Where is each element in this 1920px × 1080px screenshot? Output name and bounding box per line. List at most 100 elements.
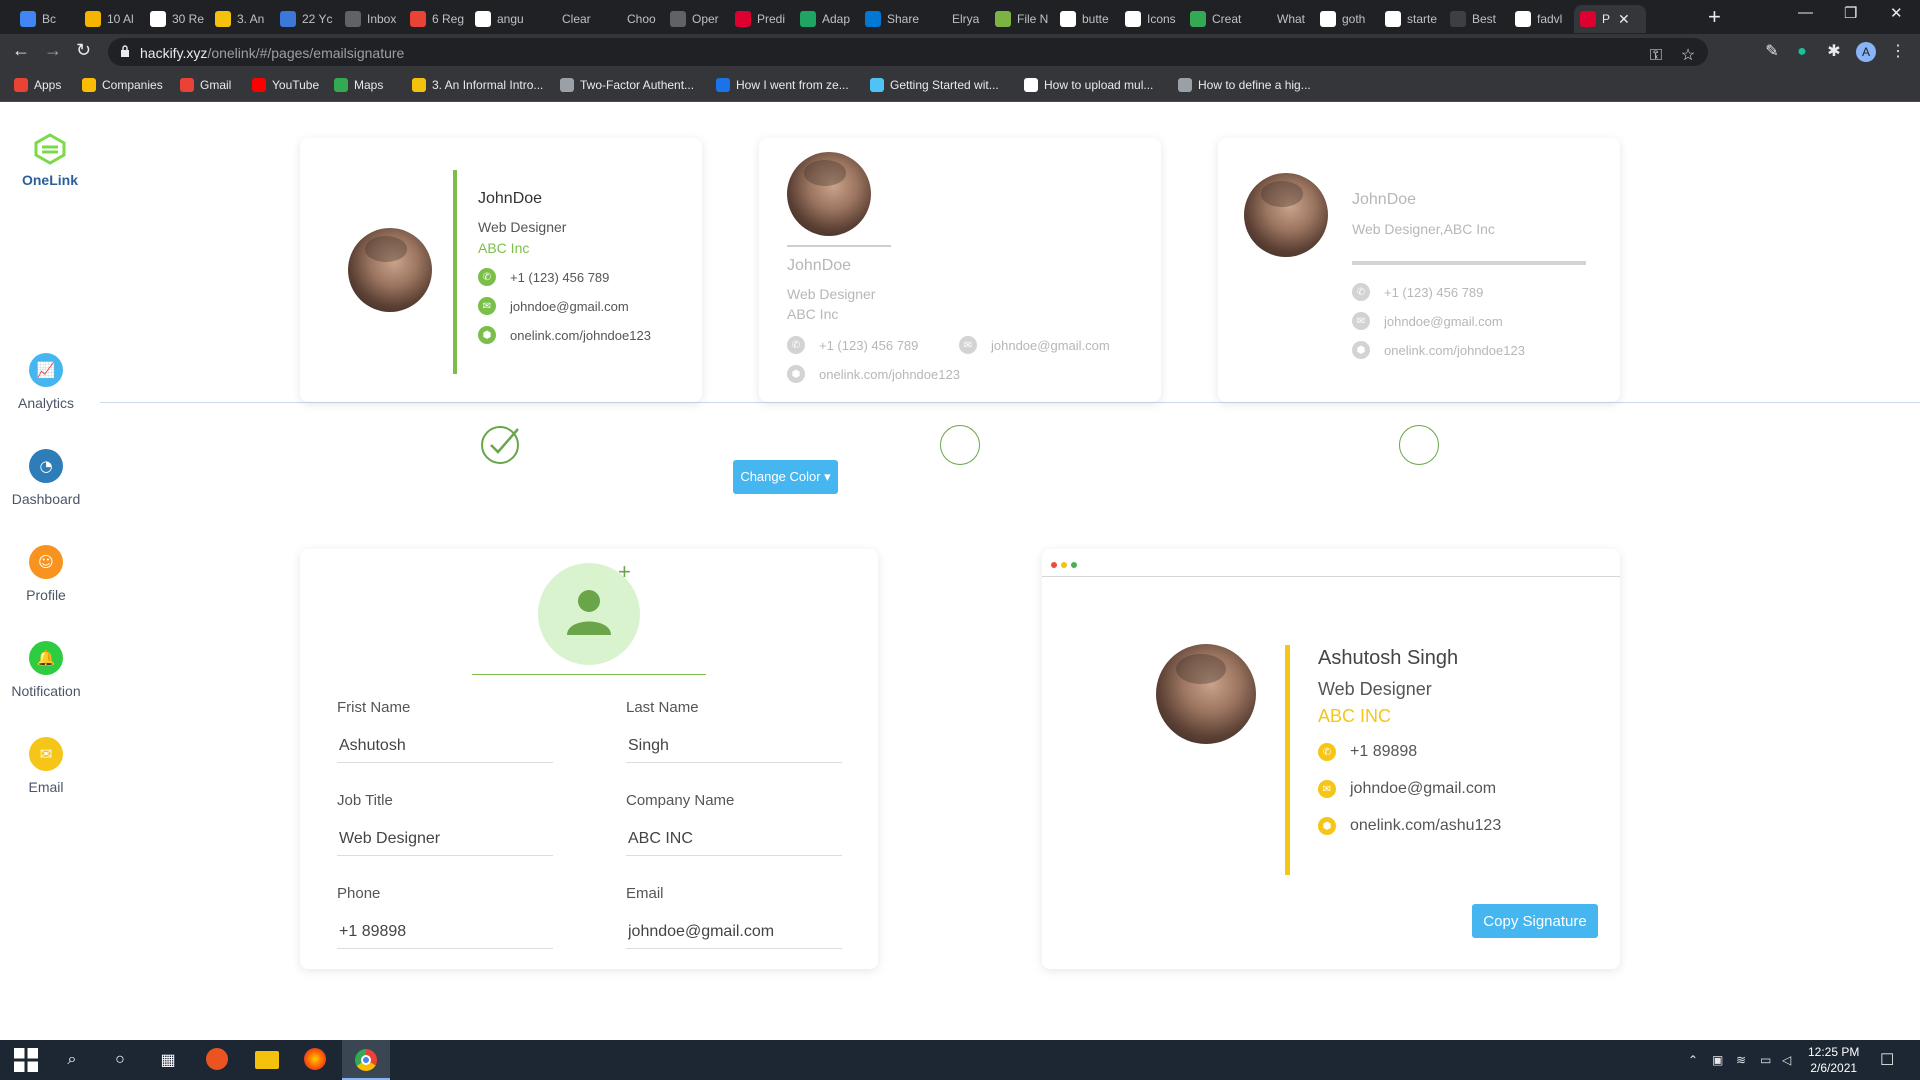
browser-tab[interactable]: Best [1444, 5, 1508, 33]
bookmark-item[interactable]: Two-Factor Authent... [560, 78, 694, 92]
browser-tab[interactable]: Predi [729, 5, 793, 33]
sidebar-item-email[interactable]: ✉ Email [0, 737, 92, 795]
browser-tab[interactable]: Icons [1119, 5, 1183, 33]
select-template-2-radio[interactable] [940, 425, 980, 465]
key-icon[interactable]: ⚿ [1646, 46, 1666, 66]
new-tab-button[interactable]: + [1708, 4, 1721, 30]
browser-tab[interactable]: butte [1054, 5, 1118, 33]
battery-icon[interactable]: ▭ [1760, 1053, 1771, 1067]
preview-role: Web Designer [1318, 679, 1432, 699]
browser-tab[interactable]: fadvl [1509, 5, 1573, 33]
firefox-icon[interactable] [304, 1048, 326, 1070]
sidebar-item-analytics[interactable]: 📈 Analytics [0, 353, 92, 411]
search-icon[interactable]: ⌕ [60, 1048, 84, 1072]
add-photo-icon[interactable]: + [618, 559, 631, 585]
template-card-3[interactable]: JohnDoe Web Designer,ABC Inc ✆ +1 (123) 4… [1218, 138, 1620, 402]
mail-icon: ✉ [959, 336, 977, 354]
preview-company: ABC INC [1318, 706, 1392, 726]
sidebar-item-dashboard[interactable]: ◔ Dashboard [0, 449, 92, 507]
browser-tab[interactable]: Inbox [339, 5, 403, 33]
browser-tab[interactable]: Creat [1184, 5, 1248, 33]
gauge-icon-glyph: ◔ [39, 457, 53, 475]
browser-tab[interactable]: File N [989, 5, 1053, 33]
browser-tab[interactable]: 10 Al [79, 5, 143, 33]
back-icon[interactable]: ← [12, 40, 30, 61]
phone-icon: ✆ [1352, 283, 1370, 301]
browser-tab[interactable]: P ✕ [1574, 5, 1646, 33]
windows-start-icon[interactable] [14, 1048, 38, 1072]
sidebar-item-profile[interactable]: ☺ Profile [0, 545, 92, 603]
sidebar-item-notification[interactable]: 🔔 Notification [0, 641, 92, 699]
browser-tab[interactable]: 22 Yc [274, 5, 338, 33]
close-window-button[interactable]: ✕ [1890, 4, 1903, 22]
bookmark-item[interactable]: Gmail [180, 78, 231, 92]
profile-avatar[interactable]: A [1856, 42, 1876, 62]
bookmark-item[interactable]: How to define a hig... [1178, 78, 1311, 92]
bookmark-item[interactable]: Companies [82, 78, 163, 92]
browser-tab[interactable]: angu [469, 5, 533, 33]
browser-tab[interactable]: Clear [534, 5, 598, 33]
address-bar[interactable]: hackify.xyz/onelink/#/pages/emailsignatu… [108, 38, 1708, 66]
template-phone-row: ✆ +1 (123) 456 789 [787, 336, 918, 354]
tab-favicon-icon [1580, 11, 1596, 27]
browser-tab[interactable]: Adap [794, 5, 858, 33]
browser-tab[interactable]: 30 Re [144, 5, 208, 33]
signature-form-card: + Frist Name Last Name Job Title Company… [300, 549, 878, 969]
volume-icon[interactable]: ◁ [1782, 1053, 1791, 1067]
bookmark-item[interactable]: Apps [14, 78, 61, 92]
star-icon[interactable]: ☆ [1678, 46, 1698, 66]
tab-favicon-icon [735, 11, 751, 27]
ubuntu-icon[interactable] [206, 1048, 228, 1070]
browser-tab[interactable]: starte [1379, 5, 1443, 33]
browser-tab[interactable]: What [1249, 5, 1313, 33]
phone-input[interactable] [337, 915, 553, 949]
grammarly-icon[interactable]: ● [1792, 42, 1812, 62]
menu-icon[interactable]: ⋮ [1888, 42, 1908, 62]
email-input[interactable] [626, 915, 842, 949]
bookmark-item[interactable]: Maps [334, 78, 383, 92]
close-tab-icon[interactable]: ✕ [1618, 11, 1630, 28]
browser-tab[interactable]: 6 Reg [404, 5, 468, 33]
bookmark-label: How to define a hig... [1198, 78, 1311, 92]
browser-tab[interactable]: goth [1314, 5, 1378, 33]
bookmark-favicon-icon [1024, 78, 1038, 92]
chrome-taskbar-item[interactable] [342, 1040, 390, 1080]
select-template-3-radio[interactable] [1399, 425, 1439, 465]
notifications-icon[interactable]: ☐ [1880, 1050, 1894, 1070]
wifi-icon[interactable]: ≋ [1736, 1053, 1746, 1067]
tray-chevron-icon[interactable]: ⌃ [1688, 1053, 1698, 1067]
forward-icon[interactable]: → [44, 40, 62, 61]
copy-signature-button[interactable]: Copy Signature [1472, 904, 1598, 938]
bookmark-item[interactable]: YouTube [252, 78, 319, 92]
bookmark-item[interactable]: Getting Started wit... [870, 78, 999, 92]
last-name-input[interactable] [626, 729, 842, 763]
browser-tab[interactable]: Elrya [924, 5, 988, 33]
puzzle-icon[interactable]: ✱ [1824, 42, 1844, 62]
browser-tab[interactable]: Choo [599, 5, 663, 33]
tab-favicon-icon [475, 11, 491, 27]
browser-tab[interactable]: Share [859, 5, 923, 33]
browser-tab[interactable]: Bc [14, 5, 78, 33]
onelink-logo[interactable]: OneLink [16, 133, 84, 188]
job-title-input[interactable] [337, 822, 553, 856]
cortana-icon[interactable]: ○ [108, 1048, 132, 1072]
template-card-2[interactable]: JohnDoe Web Designer ABC Inc ✆ +1 (123) 4… [759, 138, 1161, 402]
system-clock[interactable]: 12:25 PM 2/6/2021 [1808, 1044, 1859, 1076]
bookmark-item[interactable]: 3. An Informal Intro... [412, 78, 543, 92]
selected-check-icon[interactable] [480, 424, 522, 466]
task-view-icon[interactable]: ▦ [156, 1048, 180, 1072]
first-name-input[interactable] [337, 729, 553, 763]
change-color-button[interactable]: Change Color ▾ [733, 460, 838, 494]
reload-icon[interactable]: ↻ [76, 40, 91, 61]
browser-tab[interactable]: Oper [664, 5, 728, 33]
minimize-button[interactable]: — [1798, 4, 1813, 21]
restore-button[interactable]: ❐ [1844, 4, 1857, 22]
bookmark-item[interactable]: How I went from ze... [716, 78, 849, 92]
file-explorer-icon[interactable] [255, 1051, 279, 1069]
tray-app-icon[interactable]: ▣ [1712, 1053, 1723, 1067]
template-card-1[interactable]: JohnDoe Web Designer ABC Inc ✆ +1 (123) 4… [300, 138, 702, 402]
company-name-input[interactable] [626, 822, 842, 856]
bookmark-item[interactable]: How to upload mul... [1024, 78, 1153, 92]
browser-tab[interactable]: 3. An [209, 5, 273, 33]
extension-pen-icon[interactable]: ✎ [1762, 42, 1782, 62]
